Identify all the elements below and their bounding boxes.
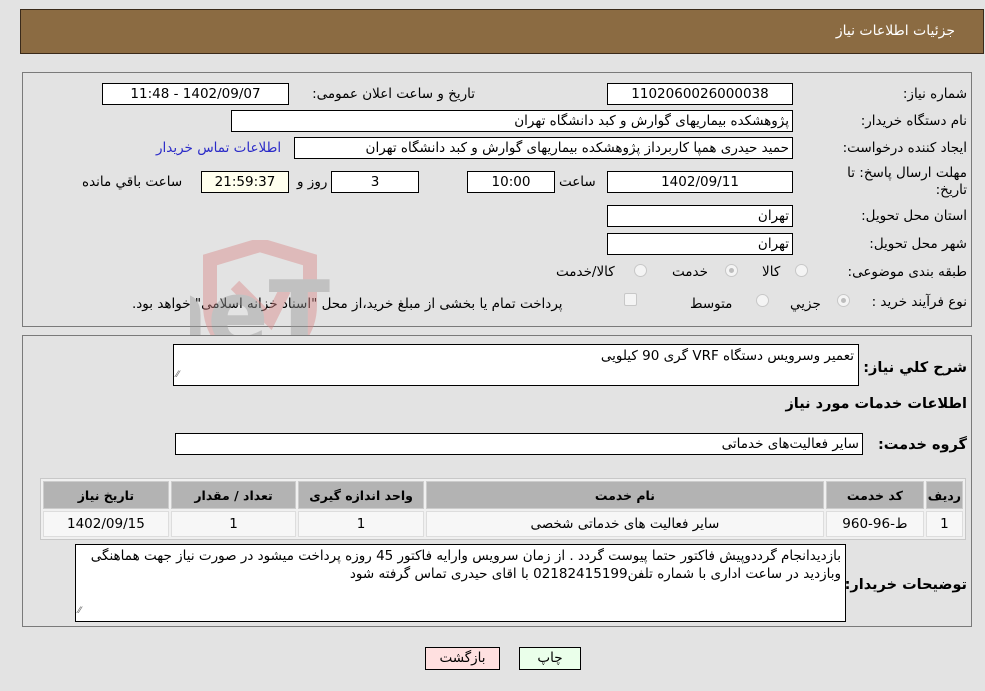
- buyer-contact-link[interactable]: اطلاعات تماس خریدار: [156, 140, 281, 156]
- days-remaining-field[interactable]: 3: [331, 171, 419, 193]
- purchase-type-label: نوع فرآیند خرید :: [871, 294, 967, 310]
- days-label: روز و: [297, 174, 328, 190]
- print-button[interactable]: چاپ: [519, 647, 581, 670]
- cell-unit: 1: [298, 511, 424, 537]
- service-group-label: گروه خدمت:: [877, 437, 967, 453]
- requester-field[interactable]: حمید حیدری همپا کاربرداز پژوهشکده بیماری…: [294, 137, 793, 159]
- col-header-unit: واحد اندازه گیری: [298, 481, 424, 509]
- services-table: ردیف کد خدمت نام خدمت واحد اندازه گیری ت…: [40, 478, 966, 540]
- resize-grip-icon[interactable]: ⁄⁄: [176, 366, 179, 384]
- category-option-goods-service: کالا/خدمت: [556, 264, 615, 280]
- time-remaining-field: 21:59:37: [201, 171, 289, 193]
- purchase-radio-medium[interactable]: [756, 294, 769, 307]
- summary-textarea[interactable]: تعمیر وسرویس دستگاه VRF گری 90 کیلویی ⁄⁄: [173, 344, 859, 386]
- resize-grip-icon[interactable]: ⁄⁄: [78, 602, 81, 620]
- col-header-service-code: کد خدمت: [825, 481, 924, 509]
- col-header-need-date: تاریخ نیاز: [43, 481, 169, 509]
- buyer-notes-textarea[interactable]: بازدیدانجام گرددوپیش فاکتور حتما پیوست گ…: [75, 544, 846, 622]
- col-header-row-number: ردیف: [925, 481, 963, 509]
- cell-service-name: سایر فعالیت های خدماتی شخصی: [425, 511, 824, 537]
- summary-label: شرح كلي نياز:: [863, 360, 967, 376]
- buyer-notes-label: توضیحات خریدار:: [844, 577, 967, 593]
- deadline-label: مهلت ارسال پاسخ: تا تاریخ:: [847, 165, 967, 198]
- cell-service-code: ط-96-960: [825, 511, 924, 537]
- announce-datetime-field[interactable]: 1402/09/07 - 11:48: [102, 83, 289, 105]
- cell-row-number: 1: [925, 511, 963, 537]
- summary-text: تعمیر وسرویس دستگاه VRF گری 90 کیلویی: [600, 348, 854, 364]
- city-field[interactable]: تهران: [607, 233, 793, 255]
- page-title: جزئیات اطلاعات نیاز: [835, 23, 955, 39]
- services-heading: اطلاعات خدمات مورد نياز: [785, 396, 967, 412]
- table-header-row: ردیف کد خدمت نام خدمت واحد اندازه گیری ت…: [43, 481, 963, 509]
- purchase-option-medium: متوسط: [690, 296, 733, 312]
- purchase-option-minor: جزيي: [790, 296, 821, 312]
- treasury-note: پرداخت تمام یا بخشی از مبلغ خرید،از محل …: [132, 296, 563, 312]
- page-header: جزئیات اطلاعات نیاز: [20, 9, 984, 54]
- deadline-time-field[interactable]: 10:00: [467, 171, 555, 193]
- need-number-field[interactable]: 1102060026000038: [607, 83, 793, 105]
- deadline-date-field[interactable]: 1402/09/11: [607, 171, 793, 193]
- requester-label: ایجاد کننده درخواست:: [842, 140, 967, 156]
- service-group-field[interactable]: سایر فعالیت‌های خدماتی: [175, 433, 863, 455]
- category-label: طبقه بندی موضوعی:: [847, 264, 967, 280]
- province-label: استان محل تحویل:: [861, 208, 967, 224]
- back-button[interactable]: بازگشت: [425, 647, 500, 670]
- category-option-goods: کالا: [762, 264, 781, 280]
- purchase-radio-minor[interactable]: [837, 294, 850, 307]
- deadline-time-label: ساعت: [559, 174, 596, 190]
- category-radio-goods-service[interactable]: [634, 264, 647, 277]
- cell-quantity: 1: [170, 511, 297, 537]
- buyer-notes-text: بازدیدانجام گرددوپیش فاکتور حتما پیوست گ…: [90, 548, 841, 582]
- treasury-checkbox[interactable]: [624, 293, 637, 306]
- cell-need-date: 1402/09/15: [43, 511, 169, 537]
- category-option-service: خدمت: [672, 264, 708, 280]
- category-radio-service[interactable]: [725, 264, 738, 277]
- time-remaining-label: ساعت باقي مانده: [82, 174, 183, 190]
- city-label: شهر محل تحویل:: [869, 236, 967, 252]
- table-row: 1 ط-96-960 سایر فعالیت های خدماتی شخصی 1…: [43, 511, 963, 537]
- category-radio-goods[interactable]: [795, 264, 808, 277]
- buyer-org-label: نام دستگاه خریدار:: [860, 113, 967, 129]
- col-header-service-name: نام خدمت: [425, 481, 824, 509]
- announce-datetime-label: تاریخ و ساعت اعلان عمومی:: [312, 86, 475, 102]
- buyer-org-field[interactable]: پژوهشکده بیماریهای گوارش و کبد دانشگاه ت…: [231, 110, 793, 132]
- col-header-quantity: تعداد / مقدار: [170, 481, 297, 509]
- province-field[interactable]: تهران: [607, 205, 793, 227]
- need-number-label: شماره نیاز:: [902, 86, 967, 102]
